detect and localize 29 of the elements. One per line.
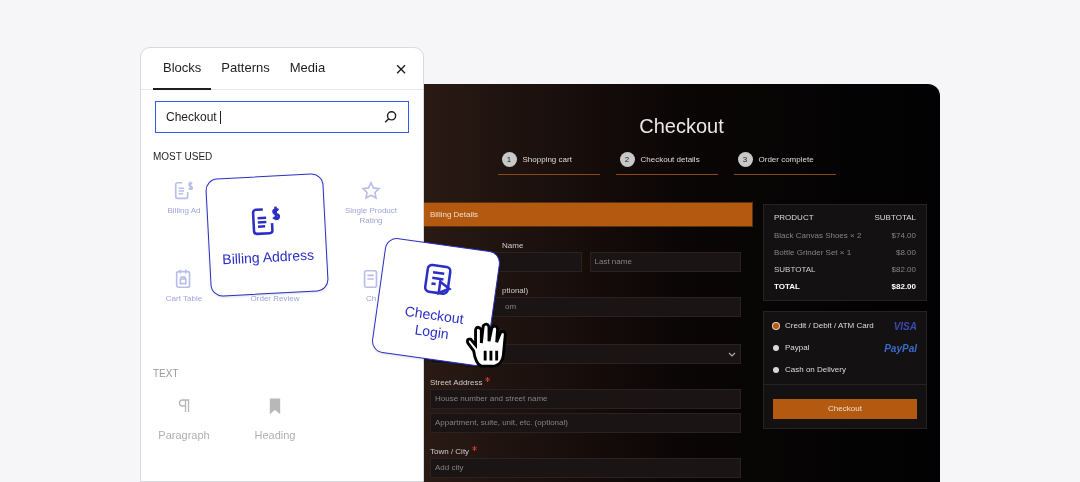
summary-label: SUBTOTAL	[774, 264, 816, 276]
step-number: 1	[501, 152, 517, 167]
payment-option-label: Credit / Debit / ATM Card	[785, 320, 875, 332]
column-header: SUBTOTAL	[874, 212, 916, 224]
step-label: Order complete	[758, 153, 814, 166]
summary-label: Black Canvas Shoes × 2	[774, 230, 862, 242]
section-header: Billing Details	[423, 202, 753, 227]
field-label: Street Address	[430, 377, 491, 387]
payment-option-label: Paypal	[785, 342, 811, 354]
summary-label: TOTAL	[774, 281, 800, 293]
section-heading: MOST USED	[152, 150, 214, 164]
step-number: 2	[619, 152, 635, 167]
field-label: Name	[502, 240, 524, 250]
payment-option-label: Cash on Delivery	[785, 364, 847, 376]
summary-amount: $82.00	[891, 281, 916, 293]
payment-logo: PayPal	[884, 341, 917, 356]
summary-label: Bottle Grinder Set × 1	[774, 247, 852, 259]
summary-amount: $82.00	[891, 264, 916, 276]
page-title: Checkout	[639, 114, 724, 139]
step-number: 3	[737, 152, 753, 167]
step-label: Shopping cart	[522, 153, 572, 166]
field-label: Town / City	[430, 446, 478, 456]
summary-amount: $8.00	[895, 247, 916, 259]
column-header: PRODUCT	[774, 212, 814, 224]
step-label: Checkout details	[640, 153, 700, 166]
payment-logo: VISA	[893, 319, 917, 334]
field-label: ptional)	[502, 285, 529, 295]
section-heading: TEXT	[152, 367, 180, 381]
summary-amount: $74.00	[891, 230, 916, 242]
